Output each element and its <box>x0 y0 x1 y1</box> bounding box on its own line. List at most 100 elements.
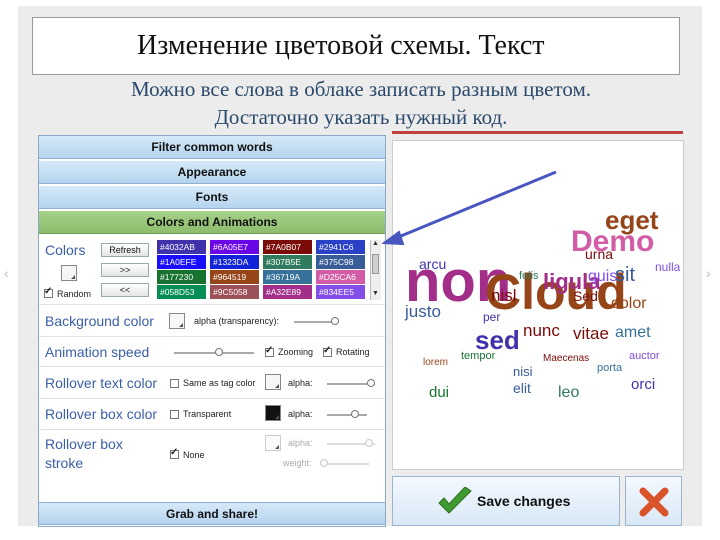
rotating-label: Rotating <box>336 347 370 357</box>
cloud-word[interactable]: auctor <box>629 350 660 362</box>
zooming-checkbox[interactable] <box>265 345 274 357</box>
color-code[interactable]: #9C5058 <box>210 285 259 299</box>
divider <box>39 304 385 305</box>
rollover-box-swatch[interactable] <box>265 405 281 421</box>
cloud-word[interactable]: eget <box>605 205 659 235</box>
color-code[interactable]: #964519 <box>210 270 259 284</box>
cloud-word[interactable]: lorem <box>423 357 448 368</box>
accordion-grab-and-share[interactable]: Grab and share! <box>39 502 385 525</box>
cancel-button[interactable] <box>625 476 682 526</box>
accordion-appearance[interactable]: Appearance <box>39 161 385 184</box>
subtitle-line-1: Можно все слова в облаке записать разным… <box>130 77 592 101</box>
cloud-word[interactable]: felis <box>519 270 539 282</box>
stroke-none-checkbox[interactable] <box>170 447 179 459</box>
scroll-thumb[interactable] <box>372 254 379 274</box>
background-alpha-knob[interactable] <box>331 317 339 325</box>
color-code[interactable]: #6A05E7 <box>210 240 259 254</box>
rollover-stroke-swatch[interactable] <box>265 435 281 451</box>
cloud-word[interactable]: per <box>483 310 500 324</box>
checkmark-icon <box>438 487 472 514</box>
rollover-stroke-alpha-label: alpha: <box>288 438 313 448</box>
animation-speed-slider[interactable] <box>174 352 254 354</box>
transparent-checkbox[interactable] <box>170 410 179 419</box>
cloud-word[interactable]: amet <box>615 324 651 341</box>
cloud-word[interactable]: elit <box>513 380 531 396</box>
rollover-stroke-weight-label: weight: <box>283 458 312 468</box>
cloud-word[interactable]: tempor <box>461 350 496 362</box>
cloud-word[interactable]: porta <box>597 362 623 374</box>
cloud-word[interactable]: urna <box>585 246 613 262</box>
rollover-stroke-alpha-knob[interactable] <box>365 439 373 447</box>
rollover-stroke-weight-knob[interactable] <box>320 459 328 467</box>
colors-label: Colors <box>45 242 86 258</box>
divider <box>39 336 385 337</box>
rollover-text-alpha-knob[interactable] <box>367 379 375 387</box>
slide-subtitle: Можно все слова в облаке записать разным… <box>40 75 682 131</box>
refresh-button[interactable]: Refresh <box>101 243 149 257</box>
cloud-word[interactable]: dolor <box>611 295 647 312</box>
color-code[interactable]: #2941C6 <box>316 240 365 254</box>
settings-panel: Filter common words Appearance Fonts Col… <box>38 135 386 527</box>
cloud-word[interactable]: nisi <box>513 364 533 379</box>
zooming-label: Zooming <box>278 347 314 357</box>
title-box: Изменение цветовой схемы. Текст <box>32 17 680 75</box>
cloud-word[interactable]: Sed <box>573 288 598 304</box>
color-codes-scrollbar[interactable]: ▲ ▼ <box>370 240 381 300</box>
random-label: Random <box>57 289 92 299</box>
rollover-stroke-weight-slider[interactable] <box>321 463 369 465</box>
next-slide-icon[interactable]: › <box>706 265 711 281</box>
same-as-tag-color-checkbox[interactable] <box>170 379 179 388</box>
cloud-word[interactable]: nisl <box>491 286 517 305</box>
cloud-word[interactable]: nulla <box>655 260 681 274</box>
cloud-word[interactable]: quis <box>588 268 617 285</box>
rollover-box-alpha-knob[interactable] <box>351 410 359 418</box>
color-code[interactable]: #375C98 <box>316 255 365 269</box>
cloud-word[interactable]: vitae <box>573 324 609 343</box>
cloud-word[interactable]: arcu <box>419 256 446 272</box>
rotating-checkbox[interactable] <box>323 345 332 357</box>
save-changes-button[interactable]: Save changes <box>392 476 620 526</box>
animation-speed-knob[interactable] <box>215 348 223 356</box>
next-palette-button[interactable]: >> <box>101 263 149 277</box>
color-code[interactable]: #36719A <box>263 270 312 284</box>
color-code[interactable]: #1323DA <box>210 255 259 269</box>
color-code[interactable]: #7A0B07 <box>263 240 312 254</box>
cloud-word[interactable]: nunc <box>523 321 560 340</box>
rollover-box-alpha-slider[interactable] <box>327 414 367 416</box>
scroll-up-icon[interactable]: ▲ <box>372 240 379 247</box>
color-code[interactable]: #058D53 <box>157 285 206 299</box>
rollover-text-swatch[interactable] <box>265 374 281 390</box>
accordion-colors-animations[interactable]: Colors and Animations <box>39 211 385 234</box>
prev-palette-button[interactable]: << <box>101 283 149 297</box>
prev-slide-icon[interactable]: ‹ <box>4 265 9 281</box>
cloud-word[interactable]: orci <box>631 376 655 393</box>
animation-speed-label: Animation speed <box>45 344 150 360</box>
color-code[interactable]: #D25CA6 <box>316 270 365 284</box>
accordion-filter-common-words[interactable]: Filter common words <box>39 136 385 159</box>
rollover-text-color-label: Rollover text color <box>45 375 158 391</box>
close-icon <box>639 487 669 517</box>
random-checkbox[interactable] <box>44 286 53 298</box>
stroke-none-label: None <box>183 450 205 460</box>
cloud-word[interactable]: Maecenas <box>543 353 589 364</box>
color-code[interactable]: #307B5E <box>263 255 312 269</box>
rollover-stroke-label-line1: Rollover box <box>45 436 123 452</box>
color-code[interactable]: #177230 <box>157 270 206 284</box>
accordion-fonts[interactable]: Fonts <box>39 186 385 209</box>
scroll-down-icon[interactable]: ▼ <box>372 290 379 297</box>
color-code[interactable]: #1A0EFE <box>157 255 206 269</box>
cloud-word[interactable]: sit <box>615 264 635 286</box>
cloud-word[interactable]: leo <box>558 384 579 401</box>
background-alpha-label: alpha (transparency): <box>194 316 280 326</box>
color-codes-list[interactable]: #4032AB #6A05E7 #7A0B07 #2941C6 #1A0EFE #1323… <box>157 240 369 300</box>
rollover-box-color-label: Rollover box color <box>45 406 158 422</box>
background-color-swatch[interactable] <box>169 313 185 329</box>
word-cloud-preview[interactable]: non Cloud Demo nisl ligula sed sit eget nunc vita… <box>392 140 684 470</box>
color-code[interactable]: #A32E89 <box>263 285 312 299</box>
color-picker-swatch[interactable] <box>61 265 77 281</box>
rollover-box-alpha-label: alpha: <box>288 409 313 419</box>
color-code[interactable]: #4032AB <box>157 240 206 254</box>
cloud-word[interactable]: dui <box>429 384 449 401</box>
cloud-word[interactable]: justo <box>404 302 441 321</box>
color-code[interactable]: #834EE5 <box>316 285 365 299</box>
